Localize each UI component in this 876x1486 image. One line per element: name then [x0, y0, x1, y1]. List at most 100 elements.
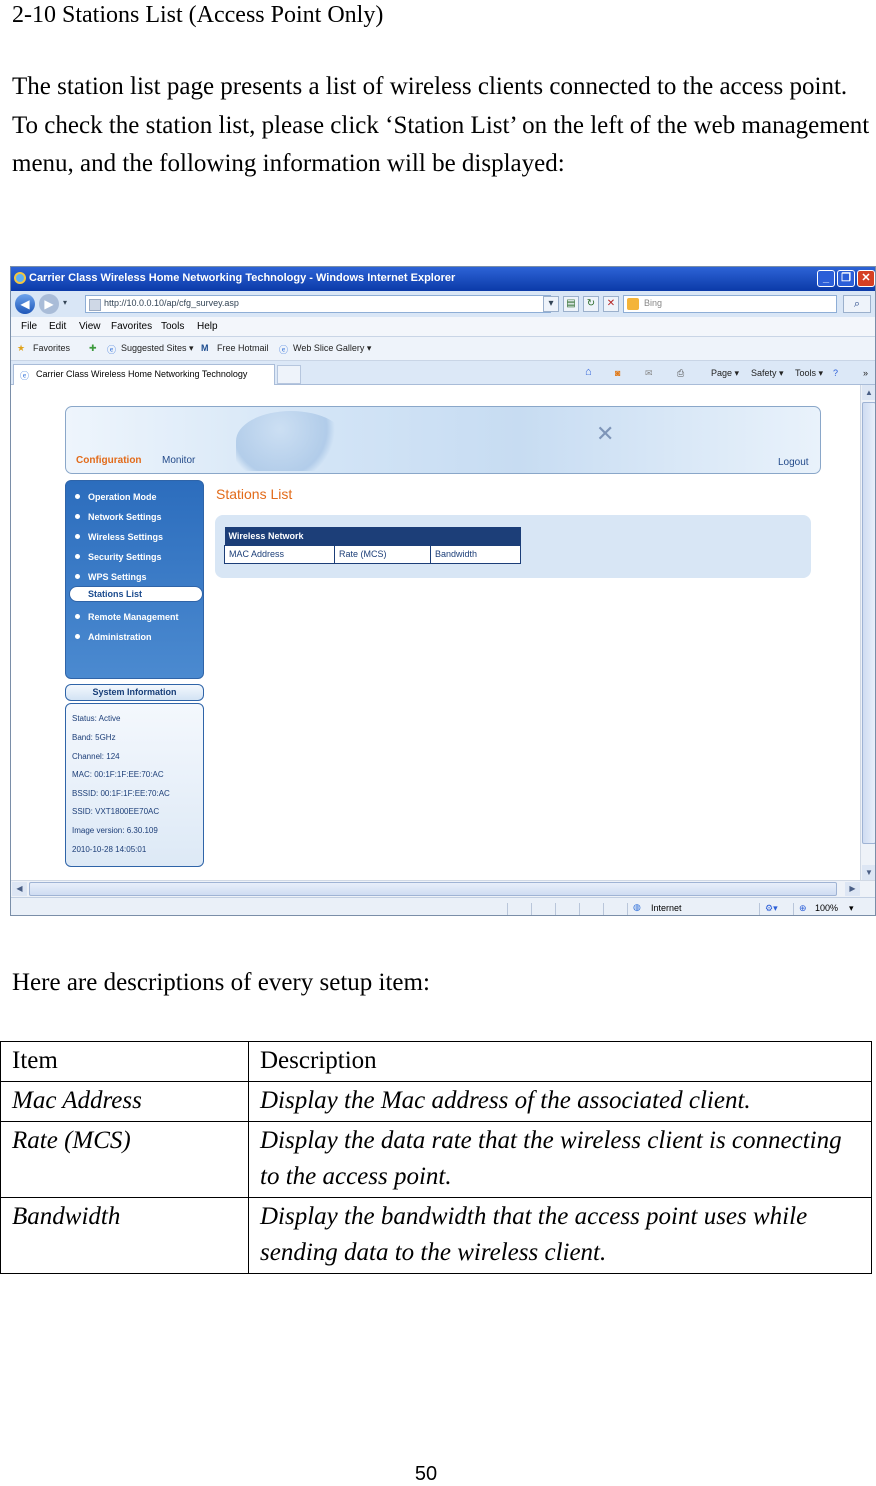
- stations-list-title: Stations List: [216, 486, 293, 502]
- favorites-button[interactable]: Favorites: [33, 343, 70, 353]
- free-hotmail-link[interactable]: Free Hotmail: [217, 343, 269, 353]
- system-info-image-version: Image version: 6.30.109: [72, 826, 158, 835]
- system-info-bssid: BSSID: 00:1F:1F:EE:70:AC: [72, 789, 170, 798]
- menu-item-remote-management[interactable]: Remote Management: [66, 607, 203, 627]
- search-icon[interactable]: ⌕: [843, 295, 871, 313]
- menu-tools[interactable]: Tools: [161, 321, 184, 332]
- wireless-network-header: Wireless Network: [224, 527, 521, 545]
- back-arrow-icon[interactable]: ◀: [15, 294, 35, 314]
- print-icon[interactable]: ⎙: [677, 368, 684, 379]
- home-icon[interactable]: ⌂: [585, 366, 592, 378]
- compatibility-icon[interactable]: ▤: [563, 296, 579, 312]
- menu-edit[interactable]: Edit: [49, 321, 66, 332]
- column-header-description: Description: [248, 1041, 872, 1082]
- item-cell: Rate (MCS): [0, 1121, 249, 1198]
- banner-people-graphic: [236, 411, 346, 471]
- url-field[interactable]: http://10.0.0.10/ap/cfg_survey.asp: [85, 295, 551, 313]
- scroll-left-icon[interactable]: ◀: [12, 882, 27, 896]
- horizontal-scroll-thumb[interactable]: [29, 882, 837, 896]
- horizontal-scrollbar[interactable]: ◀ ▶: [11, 880, 875, 897]
- ie-page-icon: ⓔ: [107, 345, 117, 355]
- item-cell: Bandwidth: [0, 1197, 249, 1274]
- url-dropdown-icon[interactable]: ▾: [543, 296, 559, 312]
- mail-icon[interactable]: ✉: [645, 368, 653, 379]
- search-field[interactable]: Bing: [623, 295, 837, 313]
- favorites-bar: ★ Favorites ✚ ⓔ Suggested Sites ▾ M Free…: [11, 337, 875, 361]
- scroll-up-icon[interactable]: ▲: [862, 385, 875, 400]
- item-cell: Mac Address: [0, 1081, 249, 1122]
- feeds-icon[interactable]: ◙: [615, 368, 620, 378]
- window-title: Carrier Class Wireless Home Networking T…: [29, 272, 456, 284]
- address-bar: ◀ ▶ ▾ http://10.0.0.10/ap/cfg_survey.asp…: [11, 291, 875, 317]
- description-cell: Display the Mac address of the associate…: [248, 1081, 872, 1122]
- configuration-tab[interactable]: Configuration: [76, 455, 142, 466]
- column-header-item: Item: [0, 1041, 249, 1082]
- tools-menu[interactable]: Tools ▾: [795, 368, 823, 379]
- table-row: Mac Address Display the Mac address of t…: [0, 1081, 872, 1122]
- monitor-tab[interactable]: Monitor: [162, 455, 195, 466]
- maximize-button[interactable]: ❐: [837, 270, 855, 287]
- new-tab-button[interactable]: [277, 365, 301, 384]
- safety-menu[interactable]: Safety ▾: [751, 368, 784, 379]
- description-cell: Display the bandwidth that the access po…: [248, 1197, 872, 1274]
- web-slice-gallery-link[interactable]: Web Slice Gallery ▾: [293, 343, 371, 354]
- vertical-scrollbar[interactable]: ▲ ▼: [860, 385, 875, 880]
- zoom-dropdown-icon[interactable]: ▾: [849, 903, 854, 914]
- browser-screenshot: Carrier Class Wireless Home Networking T…: [10, 266, 876, 916]
- vertical-scroll-thumb[interactable]: [862, 402, 875, 844]
- menu-item-wireless-settings[interactable]: Wireless Settings: [66, 527, 203, 547]
- tab-page-icon: ⓔ: [20, 371, 30, 381]
- column-rate-mcs: Rate (MCS): [334, 544, 431, 564]
- security-zone-label: Internet: [651, 903, 682, 913]
- wireless-network-table: Wireless Network MAC Address Rate (MCS) …: [224, 527, 521, 564]
- menu-view[interactable]: View: [79, 321, 101, 332]
- menu-item-network-settings[interactable]: Network Settings: [66, 507, 203, 527]
- favorites-star-icon: ★: [17, 343, 26, 353]
- page-number: 50: [414, 1463, 438, 1485]
- status-bar: ◍ Internet ⚙▾ ⊕ 100% ▾: [11, 897, 875, 915]
- menu-help[interactable]: Help: [197, 321, 218, 332]
- close-button[interactable]: ✕: [857, 270, 875, 287]
- scroll-down-icon[interactable]: ▼: [862, 865, 875, 880]
- menu-item-administration[interactable]: Administration: [66, 627, 203, 647]
- column-bandwidth: Bandwidth: [430, 544, 521, 564]
- router-banner: ✕ Configuration Monitor Logout: [65, 406, 821, 474]
- column-mac-address: MAC Address: [224, 544, 335, 564]
- side-menu: Operation Mode Network Settings Wireless…: [65, 480, 204, 679]
- intro-paragraph: The station list page presents a list of…: [12, 73, 870, 177]
- setup-items-table: Item Description Mac Address Display the…: [0, 1041, 872, 1274]
- system-info-channel: Channel: 124: [72, 752, 120, 761]
- section-heading: 2-10 Stations List (Access Point Only): [12, 2, 384, 28]
- hotmail-icon: M: [201, 343, 209, 353]
- minimize-button[interactable]: _: [817, 270, 835, 287]
- forward-arrow-icon[interactable]: ▶: [39, 294, 59, 314]
- menu-item-operation-mode[interactable]: Operation Mode: [66, 487, 203, 507]
- browser-tab[interactable]: ⓔ Carrier Class Wireless Home Networking…: [13, 364, 275, 385]
- help-icon[interactable]: ?: [833, 368, 838, 378]
- scroll-right-icon[interactable]: ▶: [845, 882, 860, 896]
- page-viewport: ✕ Configuration Monitor Logout Operation…: [11, 385, 875, 880]
- system-info-ssid: SSID: VXT1800EE70AC: [72, 807, 160, 816]
- suggested-sites-link[interactable]: Suggested Sites ▾: [121, 343, 194, 354]
- page-menu[interactable]: Page ▾: [711, 368, 739, 379]
- window-title-bar: Carrier Class Wireless Home Networking T…: [11, 267, 875, 291]
- zoom-level[interactable]: 100%: [815, 903, 838, 913]
- refresh-icon[interactable]: ↻: [583, 296, 599, 312]
- chevron-right-icon[interactable]: »: [863, 368, 868, 378]
- menu-item-stations-list[interactable]: Stations List: [69, 586, 203, 602]
- zoom-icon: ⊕: [799, 903, 807, 913]
- history-dropdown-icon[interactable]: ▾: [63, 298, 67, 307]
- stop-icon[interactable]: ✕: [603, 296, 619, 312]
- add-favorite-icon[interactable]: ✚: [89, 343, 97, 354]
- menu-item-wps-settings[interactable]: WPS Settings: [66, 567, 203, 587]
- tab-bar: ⓔ Carrier Class Wireless Home Networking…: [11, 361, 875, 385]
- menu-item-security-settings[interactable]: Security Settings: [66, 547, 203, 567]
- table-row: Bandwidth Display the bandwidth that the…: [0, 1197, 872, 1274]
- system-info-mac: MAC: 00:1F:1F:EE:70:AC: [72, 770, 164, 779]
- logout-link[interactable]: Logout: [778, 457, 809, 468]
- menu-favorites[interactable]: Favorites: [111, 321, 152, 332]
- web-slice-icon: ⓔ: [279, 345, 289, 355]
- protected-mode-icon[interactable]: ⚙▾: [765, 903, 778, 914]
- descriptions-intro: Here are descriptions of every setup ite…: [12, 969, 430, 996]
- menu-file[interactable]: File: [21, 321, 37, 332]
